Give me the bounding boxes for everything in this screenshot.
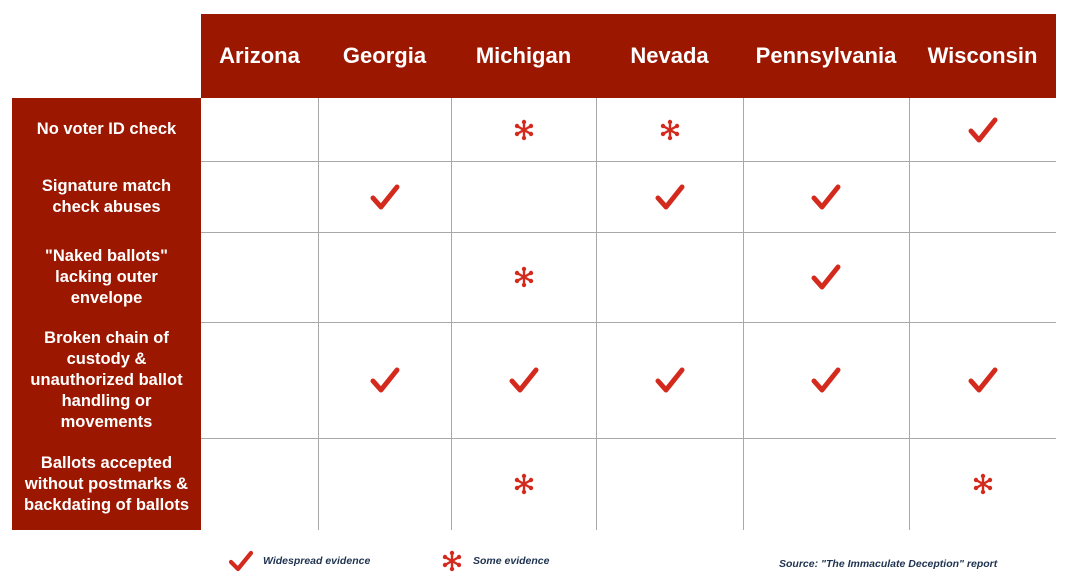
row-header: Signature match check abuses bbox=[12, 161, 201, 232]
table-cell bbox=[318, 98, 451, 161]
table-cell bbox=[743, 161, 909, 232]
checkmark-icon bbox=[968, 366, 998, 394]
checkmark-icon bbox=[229, 550, 253, 572]
row-header: No voter ID check bbox=[12, 98, 201, 161]
column-header-nevada: Nevada bbox=[630, 43, 709, 68]
column-header-pennsylvania: Pennsylvania bbox=[755, 43, 897, 68]
checkmark-icon bbox=[655, 183, 685, 211]
table-cell bbox=[201, 161, 318, 232]
asterisk-icon bbox=[513, 119, 535, 141]
column-header-michigan: Michigan bbox=[475, 43, 572, 68]
checkmark-icon bbox=[811, 263, 841, 291]
legend-widespread-label: Widespread evidence bbox=[263, 555, 371, 567]
asterisk-icon bbox=[972, 473, 994, 495]
checkmark-icon bbox=[811, 366, 841, 394]
row-header: Broken chain of custody & unauthorized b… bbox=[12, 322, 201, 438]
asterisk-icon bbox=[659, 119, 681, 141]
legend-some: Some evidence bbox=[441, 550, 549, 572]
asterisk-icon bbox=[513, 266, 535, 288]
checkmark-icon bbox=[968, 116, 998, 144]
table-cell bbox=[909, 438, 1056, 530]
table-cell bbox=[451, 322, 596, 438]
legend-widespread: Widespread evidence bbox=[229, 550, 370, 572]
table-cell bbox=[451, 98, 596, 161]
asterisk-icon bbox=[441, 550, 463, 572]
row-header: "Naked ballots" lacking outer envelope bbox=[12, 232, 201, 322]
column-header-arizona: Arizona bbox=[219, 43, 300, 68]
checkmark-icon bbox=[370, 366, 400, 394]
column-header-wisconsin: Wisconsin bbox=[927, 43, 1038, 68]
table-cell bbox=[201, 322, 318, 438]
table-cell bbox=[596, 438, 743, 530]
table-cell bbox=[909, 322, 1056, 438]
row-header: Ballots accepted without postmarks & bac… bbox=[12, 438, 201, 530]
table-cell bbox=[743, 322, 909, 438]
table-cell bbox=[318, 161, 451, 232]
row-header-label: "Naked ballots" lacking outer envelope bbox=[45, 246, 168, 307]
table-cell bbox=[596, 161, 743, 232]
column-header-georgia: Georgia bbox=[342, 43, 427, 68]
table-cell bbox=[596, 232, 743, 322]
source-note: Source: "The Immaculate Deception" repor… bbox=[779, 558, 998, 570]
checkmark-icon bbox=[509, 366, 539, 394]
table-cell bbox=[743, 232, 909, 322]
checkmark-icon bbox=[370, 183, 400, 211]
checkmark-icon bbox=[655, 366, 685, 394]
row-header-label: Signature match check abuses bbox=[41, 176, 172, 216]
table-cell bbox=[596, 322, 743, 438]
row-header-label: Broken chain of custody & unauthorized b… bbox=[30, 328, 183, 431]
table-cell bbox=[596, 98, 743, 161]
row-header-label: Ballots accepted without postmarks & bac… bbox=[23, 453, 190, 514]
table-cell bbox=[451, 161, 596, 232]
legend-some-label: Some evidence bbox=[473, 555, 550, 567]
table-cell bbox=[201, 98, 318, 161]
table-cell bbox=[451, 438, 596, 530]
table-cell bbox=[743, 98, 909, 161]
table-cell bbox=[743, 438, 909, 530]
table-cell bbox=[909, 98, 1056, 161]
table-cell bbox=[909, 161, 1056, 232]
table-cell bbox=[318, 232, 451, 322]
table-cell bbox=[318, 322, 451, 438]
checkmark-icon bbox=[811, 183, 841, 211]
table-cell bbox=[451, 232, 596, 322]
table-cell bbox=[909, 232, 1056, 322]
row-header-label: No voter ID check bbox=[36, 120, 177, 138]
table-cell bbox=[201, 232, 318, 322]
asterisk-icon bbox=[513, 473, 535, 495]
table-cell bbox=[318, 438, 451, 530]
table-cell bbox=[201, 438, 318, 530]
